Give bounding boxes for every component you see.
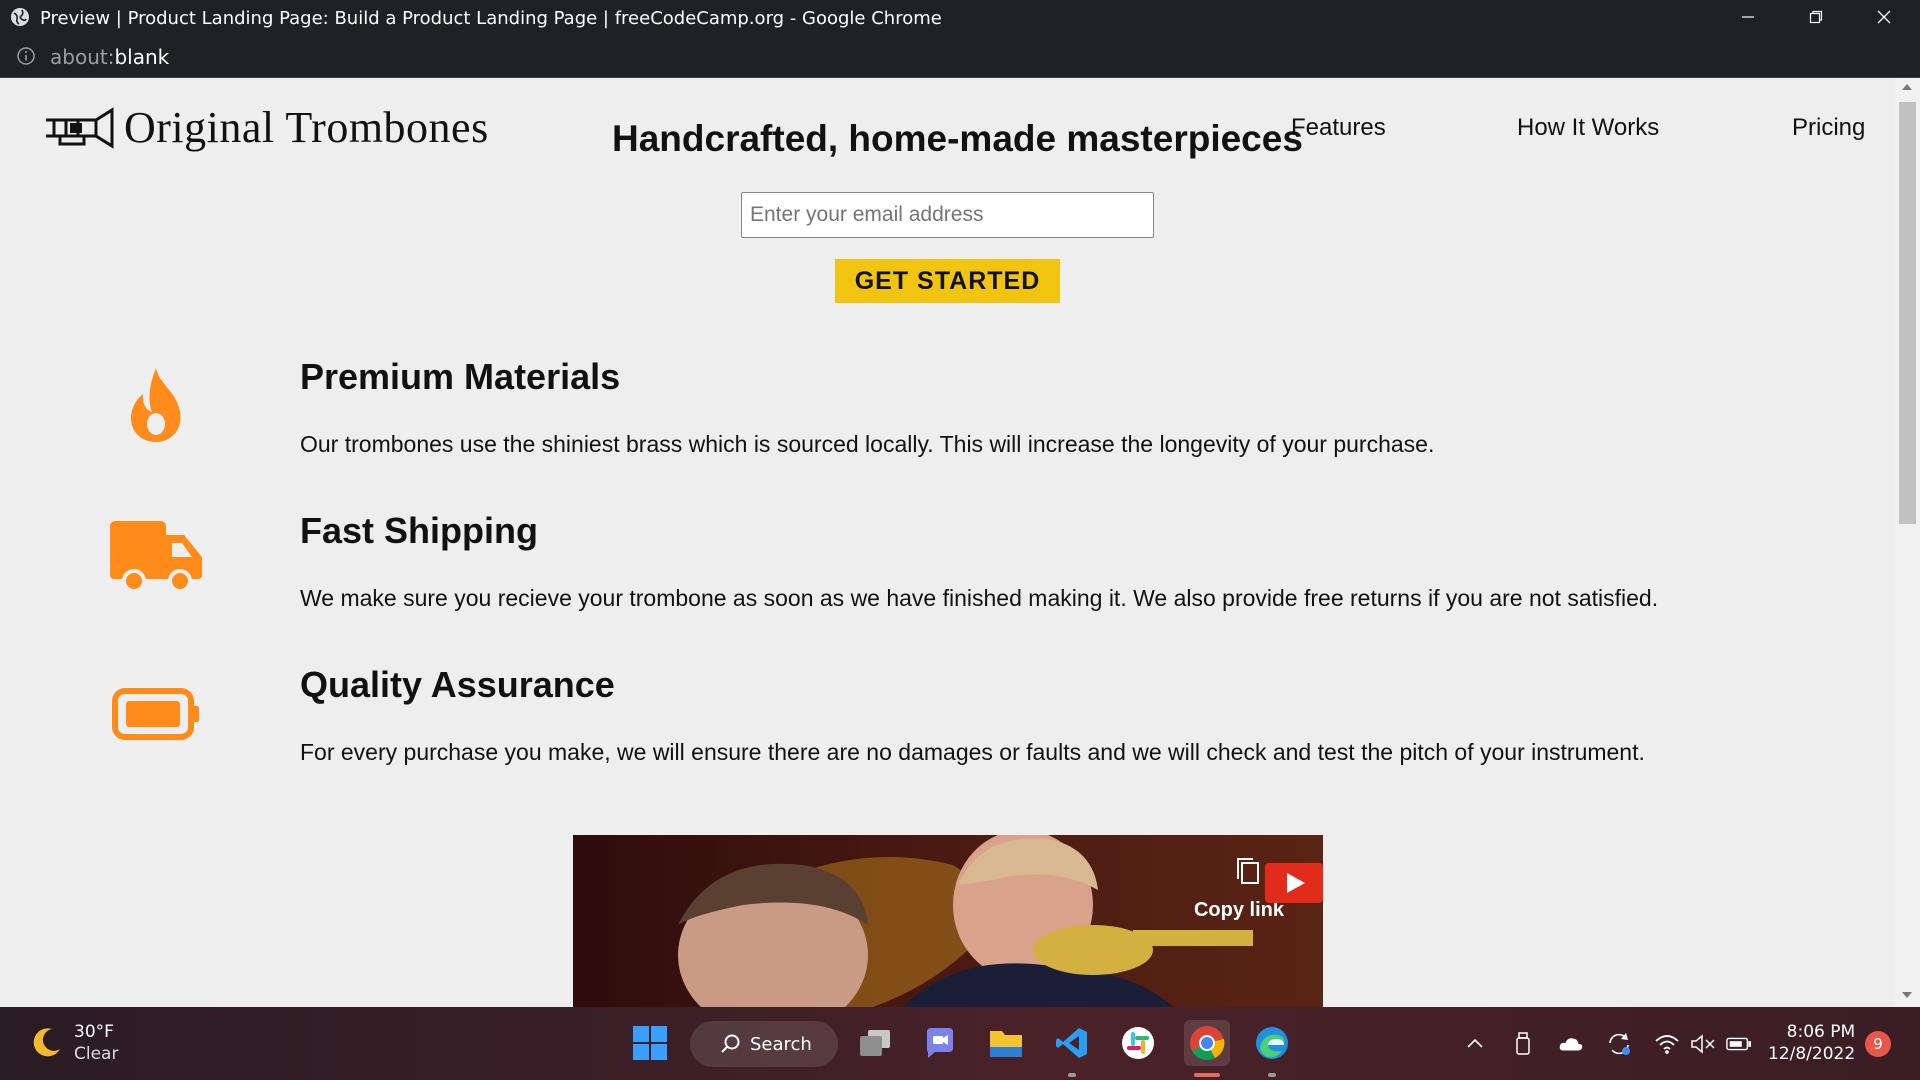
search-icon [721, 1034, 740, 1053]
get-started-button[interactable]: GET STARTED [835, 259, 1060, 303]
nav-link-how-it-works[interactable]: How It Works [1517, 114, 1659, 142]
nav-link-features[interactable]: Features [1291, 114, 1386, 142]
usb-drive-icon [1516, 1032, 1530, 1055]
truck-icon [110, 521, 202, 593]
task-view-button[interactable] [855, 1023, 895, 1063]
info-icon[interactable] [16, 46, 36, 66]
minimize-button[interactable] [1714, 0, 1782, 34]
cloud-icon [1559, 1038, 1583, 1051]
feature-title: Premium Materials [300, 356, 621, 397]
close-icon [1877, 10, 1891, 24]
url-text[interactable]: about:blank [50, 45, 169, 69]
taskbar-search[interactable]: Search [690, 1021, 838, 1067]
restore-button[interactable] [1782, 0, 1850, 34]
vscode-button[interactable] [1052, 1023, 1092, 1063]
close-button[interactable] [1850, 0, 1918, 34]
start-button[interactable] [630, 1023, 670, 1063]
scroll-up-icon[interactable] [1902, 84, 1912, 90]
email-input[interactable] [741, 192, 1154, 238]
window-title: Preview | Product Landing Page: Build a … [40, 8, 942, 29]
taskbar-clock[interactable]: 8:06 PM 12/8/2022 [1768, 1021, 1855, 1065]
brand-name: Original Trombones [124, 103, 489, 152]
clock-time: 8:06 PM [1786, 1022, 1856, 1042]
globe-icon [11, 8, 29, 26]
chrome-button[interactable] [1184, 1020, 1230, 1066]
header-logo: Original Trombones [44, 102, 489, 153]
sync-button[interactable] [1606, 1031, 1632, 1057]
page-viewport: Original Trombones Features How It Works… [0, 78, 1920, 1007]
clock-date: 12/8/2022 [1768, 1044, 1856, 1064]
volume-button[interactable] [1690, 1031, 1716, 1057]
feature-description: For every purchase you make, we will ens… [300, 739, 1645, 765]
show-hidden-icons-button[interactable] [1462, 1031, 1488, 1057]
task-view-icon [860, 1030, 890, 1056]
slack-button[interactable] [1118, 1023, 1158, 1063]
weather-condition: Clear [74, 1044, 119, 1064]
feature-description: We make sure you recieve your trombone a… [300, 585, 1659, 611]
edge-button[interactable] [1252, 1023, 1292, 1063]
folder-icon [990, 1031, 1022, 1057]
restore-icon [1809, 10, 1823, 24]
scrollbar-thumb[interactable] [1899, 102, 1916, 524]
edge-icon [1256, 1027, 1288, 1059]
wifi-icon [1655, 1035, 1679, 1054]
battery-status-icon [1726, 1037, 1752, 1051]
windows-start-icon [633, 1026, 667, 1060]
weather-temp: 30°F [74, 1022, 114, 1042]
flame-icon [130, 368, 181, 442]
url-scheme: about: [50, 45, 115, 69]
scroll-down-icon[interactable] [1902, 992, 1912, 998]
trombone-logo-icon [46, 106, 114, 149]
hero-title: Handcrafted, home-made masterpieces [612, 118, 1303, 159]
moon-icon [33, 1028, 60, 1057]
window-title-bar: Preview | Product Landing Page: Build a … [0, 0, 1920, 34]
taskbar: 30°F Clear Search 8:06 PM 12/8/2022 9 [0, 1007, 1920, 1080]
video-embed[interactable]: Copy link [573, 835, 1323, 1007]
battery-icon [112, 688, 199, 740]
url-host: blank [114, 45, 170, 69]
weather-widget[interactable]: 30°F Clear [28, 1021, 118, 1065]
sync-icon [1609, 1033, 1630, 1055]
search-label: Search [750, 1033, 812, 1055]
notification-badge[interactable]: 9 [1865, 1031, 1891, 1057]
page-scrollbar[interactable] [1895, 78, 1920, 1007]
file-explorer-button[interactable] [986, 1023, 1026, 1063]
feature-title: Quality Assurance [300, 664, 615, 705]
edge-running-indicator [1268, 1073, 1276, 1077]
wifi-button[interactable] [1654, 1031, 1680, 1057]
chat-icon [927, 1028, 953, 1058]
address-bar[interactable]: about:blank [0, 34, 1920, 78]
vscode-running-indicator [1068, 1073, 1076, 1077]
slack-icon [1122, 1027, 1154, 1059]
minimize-icon [1742, 16, 1754, 18]
nav-link-pricing[interactable]: Pricing [1792, 114, 1865, 142]
teams-chat-button[interactable] [920, 1023, 960, 1063]
vscode-icon [1056, 1028, 1087, 1058]
battery-button[interactable] [1726, 1031, 1752, 1057]
volume-muted-icon [1691, 1034, 1715, 1054]
copy-icon [1237, 858, 1259, 884]
chrome-active-indicator [1194, 1073, 1220, 1077]
usb-device-button[interactable] [1510, 1031, 1536, 1057]
youtube-play-icon[interactable] [1265, 863, 1323, 903]
chevron-up-icon [1467, 1038, 1483, 1048]
feature-title: Fast Shipping [300, 510, 538, 551]
feature-description: Our trombones use the shiniest brass whi… [300, 431, 1435, 457]
chrome-icon [1190, 1026, 1225, 1060]
onedrive-button[interactable] [1558, 1031, 1584, 1057]
